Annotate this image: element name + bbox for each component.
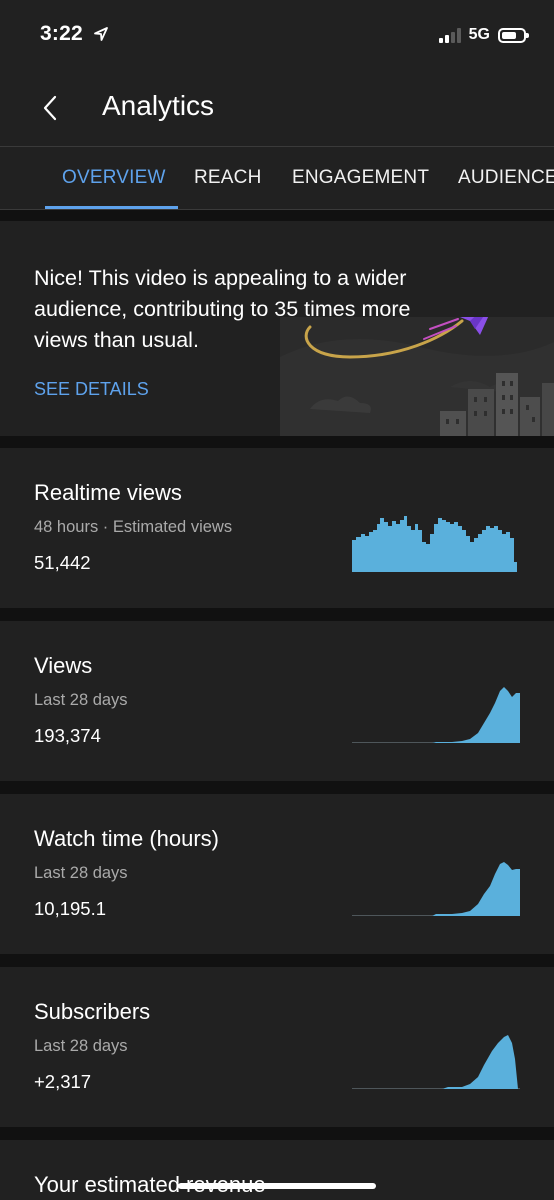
metric-title: Watch time (hours) bbox=[34, 826, 220, 851]
metric-title: Subscribers bbox=[34, 999, 151, 1024]
battery-icon bbox=[498, 27, 529, 43]
estimated-revenue-card[interactable]: Your estimated revenue bbox=[0, 1140, 554, 1200]
subscribers-card[interactable]: Subscribers Last 28 days +2,317 bbox=[0, 967, 554, 1127]
tab-reach[interactable]: REACH bbox=[194, 167, 262, 189]
watch-time-sparkline bbox=[352, 862, 520, 916]
status-bar: 3:22 5G bbox=[0, 0, 554, 70]
metric-value: 10,195.1 bbox=[34, 898, 107, 919]
views-sparkline bbox=[352, 687, 520, 743]
metric-value: 51,442 bbox=[34, 552, 91, 573]
insight-card: Nice! This video is appealing to a wider… bbox=[0, 221, 554, 436]
tab-engagement[interactable]: ENGAGEMENT bbox=[292, 167, 429, 189]
metric-subtitle: Last 28 days bbox=[34, 864, 128, 882]
home-indicator[interactable] bbox=[178, 1183, 376, 1189]
watch-time-card[interactable]: Watch time (hours) Last 28 days 10,195.1 bbox=[0, 794, 554, 954]
app-header: Analytics bbox=[0, 70, 554, 146]
signal-icon bbox=[438, 27, 461, 43]
metric-subtitle: 48 hours · Estimated views bbox=[34, 518, 233, 536]
insight-message: Nice! This video is appealing to a wider… bbox=[34, 266, 411, 352]
views-card[interactable]: Views Last 28 days 193,374 bbox=[0, 621, 554, 781]
metric-subtitle: Last 28 days bbox=[34, 691, 128, 709]
see-details-link[interactable]: SEE DETAILS bbox=[34, 379, 149, 400]
realtime-views-card[interactable]: Realtime views 48 hours · Estimated view… bbox=[0, 448, 554, 608]
metric-value: 193,374 bbox=[34, 725, 101, 746]
back-arrow-icon[interactable] bbox=[36, 90, 66, 126]
metric-value: +2,317 bbox=[34, 1071, 92, 1092]
location-arrow-icon bbox=[94, 27, 108, 41]
tab-bar: OVERVIEW REACH ENGAGEMENT AUDIENCE bbox=[0, 146, 554, 210]
network-label: 5G bbox=[468, 26, 490, 43]
status-time: 3:22 bbox=[40, 22, 83, 45]
realtime-views-sparkline bbox=[352, 516, 517, 572]
metric-subtitle: Last 28 days bbox=[34, 1037, 128, 1055]
subscribers-sparkline bbox=[352, 1035, 520, 1089]
tab-audience[interactable]: AUDIENCE bbox=[458, 167, 554, 189]
metric-title: Views bbox=[34, 653, 93, 678]
tab-overview[interactable]: OVERVIEW bbox=[62, 167, 166, 189]
page-title: Analytics bbox=[102, 90, 215, 121]
metric-title: Realtime views bbox=[34, 480, 182, 505]
active-tab-indicator bbox=[45, 206, 178, 209]
